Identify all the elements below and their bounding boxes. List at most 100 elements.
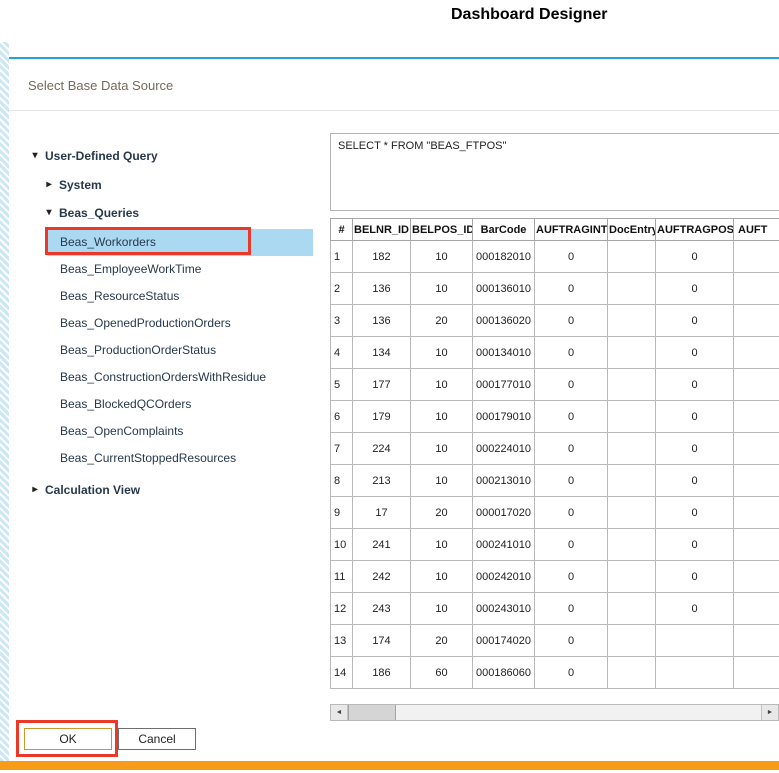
table-cell: 10 [411, 529, 473, 561]
table-cell: 0 [656, 529, 734, 561]
table-cell: 177 [353, 369, 411, 401]
horizontal-scrollbar[interactable]: ◄ ► [330, 704, 779, 721]
scroll-right-button[interactable]: ► [761, 705, 778, 720]
table-cell [608, 657, 656, 689]
table-cell: 3 [331, 305, 353, 337]
query-list: Beas_WorkordersBeas_EmployeeWorkTimeBeas… [48, 229, 313, 472]
table-cell: 0 [535, 369, 608, 401]
table-row[interactable]: 112421000024201000 [331, 561, 779, 593]
tree-node-label: User-Defined Query [45, 149, 158, 163]
table-row[interactable]: 51771000017701000 [331, 369, 779, 401]
scroll-left-button[interactable]: ◄ [331, 705, 348, 720]
tree-item-beas_productionorderstatus[interactable]: Beas_ProductionOrderStatus [48, 337, 313, 364]
table-row[interactable]: 21361000013601000 [331, 273, 779, 305]
table-cell: 000136010 [473, 273, 535, 305]
table-cell: 1 [331, 241, 353, 273]
tree-node-label: Beas_Queries [59, 206, 139, 220]
tree-item-beas_currentstoppedresources[interactable]: Beas_CurrentStoppedResources [48, 445, 313, 472]
table-row[interactable]: 14186600001860600 [331, 657, 779, 689]
table-cell [734, 241, 779, 273]
table-cell: 000213010 [473, 465, 535, 497]
table-cell: 0 [535, 305, 608, 337]
table-cell: 243 [353, 593, 411, 625]
tree-item-beas_workorders[interactable]: Beas_Workorders [48, 229, 313, 256]
table-cell [734, 593, 779, 625]
table-cell [734, 369, 779, 401]
column-header: BarCode [473, 219, 535, 241]
tree-node-calculation-view[interactable]: ▸ Calculation View [30, 481, 140, 499]
table-cell: 174 [353, 625, 411, 657]
table-cell: 5 [331, 369, 353, 401]
table-cell: 0 [656, 337, 734, 369]
table-cell: 000136020 [473, 305, 535, 337]
column-header: # [331, 219, 353, 241]
table-cell: 186 [353, 657, 411, 689]
tree-item-beas_constructionorderswithresidue[interactable]: Beas_ConstructionOrdersWithResidue [48, 364, 313, 391]
table-cell: 2 [331, 273, 353, 305]
table-cell: 10 [411, 433, 473, 465]
table-cell: 000186060 [473, 657, 535, 689]
ok-button[interactable]: OK [24, 728, 112, 750]
table-body: 1182100001820100021361000013601000313620… [331, 241, 779, 689]
table-cell: 10 [411, 337, 473, 369]
tree-item-beas_resourcestatus[interactable]: Beas_ResourceStatus [48, 283, 313, 310]
table-cell: 10 [411, 561, 473, 593]
scrollbar-track[interactable] [396, 705, 761, 720]
table-cell: 000224010 [473, 433, 535, 465]
table-row[interactable]: 41341000013401000 [331, 337, 779, 369]
table-cell: 6 [331, 401, 353, 433]
table-cell: 20 [411, 497, 473, 529]
table-cell: 000177010 [473, 369, 535, 401]
table-cell [734, 465, 779, 497]
table-cell: 182 [353, 241, 411, 273]
tree-item-beas_openedproductionorders[interactable]: Beas_OpenedProductionOrders [48, 310, 313, 337]
table-cell [656, 625, 734, 657]
table-row[interactable]: 31362000013602000 [331, 305, 779, 337]
tree-item-beas_opencomplaints[interactable]: Beas_OpenComplaints [48, 418, 313, 445]
table-cell [734, 273, 779, 305]
triangle-right-icon[interactable]: ▸ [44, 180, 54, 190]
table-cell: 0 [535, 465, 608, 497]
table-cell [734, 657, 779, 689]
tree-node-label: System [59, 178, 102, 192]
table-row[interactable]: 72241000022401000 [331, 433, 779, 465]
table-cell: 000134010 [473, 337, 535, 369]
left-stripe-decoration [0, 42, 9, 764]
table-cell [734, 305, 779, 337]
table-cell [608, 273, 656, 305]
table-row[interactable]: 13174200001740200 [331, 625, 779, 657]
result-table: #BELNR_IDBELPOS_IDBarCodeAUFTRAGINTDocEn… [330, 218, 779, 689]
table-cell: 0 [535, 401, 608, 433]
scrollbar-thumb[interactable] [348, 705, 396, 720]
tree-item-beas_employeeworktime[interactable]: Beas_EmployeeWorkTime [48, 256, 313, 283]
triangle-down-icon[interactable]: ▾ [30, 151, 40, 161]
table-cell [734, 625, 779, 657]
table-row[interactable]: 9172000001702000 [331, 497, 779, 529]
table-cell: 0 [656, 273, 734, 305]
table-cell [608, 561, 656, 593]
table-row[interactable]: 61791000017901000 [331, 401, 779, 433]
table-row[interactable]: 82131000021301000 [331, 465, 779, 497]
table-cell: 0 [656, 465, 734, 497]
table-cell: 0 [535, 593, 608, 625]
triangle-right-icon[interactable]: ▸ [30, 485, 40, 495]
table-cell [608, 305, 656, 337]
table-cell: 11 [331, 561, 353, 593]
tree-node-system[interactable]: ▸ System [44, 176, 102, 194]
table-cell: 10 [411, 273, 473, 305]
table-cell: 10 [411, 401, 473, 433]
tree-node-beas-queries[interactable]: ▾ Beas_Queries [44, 204, 139, 222]
table-cell: 9 [331, 497, 353, 529]
cancel-button[interactable]: Cancel [118, 728, 196, 750]
table-cell: 0 [656, 241, 734, 273]
table-row[interactable]: 11821000018201000 [331, 241, 779, 273]
table-row[interactable]: 102411000024101000 [331, 529, 779, 561]
table-row[interactable]: 122431000024301000 [331, 593, 779, 625]
table-cell [608, 593, 656, 625]
tree-node-user-defined-query[interactable]: ▾ User-Defined Query [30, 147, 158, 165]
sql-query-input[interactable]: SELECT * FROM "BEAS_FTPOS" [330, 133, 779, 211]
table-cell: 0 [656, 593, 734, 625]
triangle-down-icon[interactable]: ▾ [44, 208, 54, 218]
table-cell: 10 [411, 241, 473, 273]
tree-item-beas_blockedqcorders[interactable]: Beas_BlockedQCOrders [48, 391, 313, 418]
